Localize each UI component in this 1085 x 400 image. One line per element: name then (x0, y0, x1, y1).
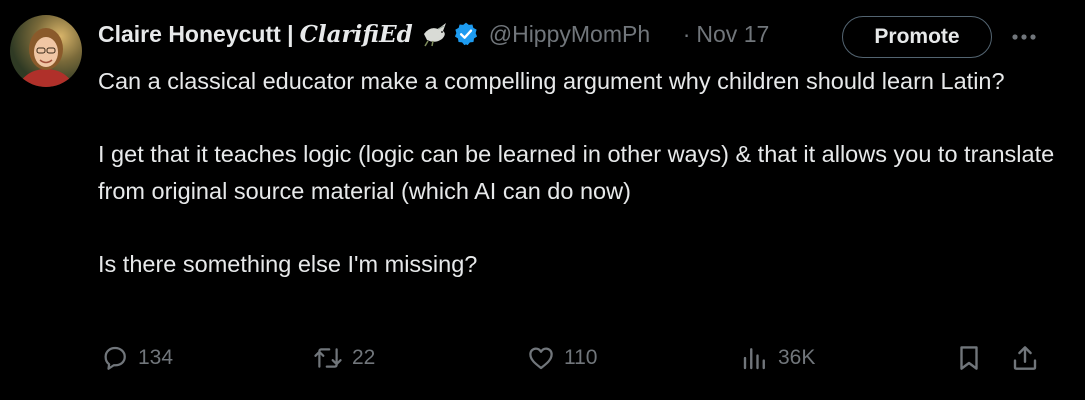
tweet-paragraph: I get that it teaches logic (logic can b… (98, 141, 1055, 204)
tweet-paragraph: Can a classical educator make a compelli… (98, 68, 1005, 94)
reply-button[interactable]: 134 (100, 338, 173, 378)
bookmark-icon (960, 346, 978, 370)
views-count: 36K (778, 346, 816, 369)
tweet-header: Claire Honeycutt | ClarifiEd @HippyMomPh… (98, 16, 769, 52)
verified-badge-icon[interactable] (453, 21, 479, 47)
reply-icon (104, 346, 126, 370)
share-button[interactable] (1010, 338, 1040, 378)
views-icon (743, 348, 765, 370)
tweet-actions: 134 22 110 36K (0, 338, 1085, 378)
reply-count: 134 (138, 346, 174, 369)
more-horizontal-icon (1012, 34, 1036, 40)
views-button[interactable]: 36K (740, 338, 815, 378)
promote-button[interactable]: Promote (842, 16, 992, 58)
tweet: Claire Honeycutt | ClarifiEd @HippyMomPh… (0, 0, 1085, 400)
dove-icon (421, 20, 451, 48)
avatar-portrait (18, 28, 74, 87)
share-icon (1013, 346, 1037, 370)
tweet-date[interactable]: Nov 17 (696, 21, 769, 48)
like-count: 110 (564, 346, 598, 369)
repost-button[interactable]: 22 (312, 338, 375, 378)
more-options-button[interactable] (1006, 22, 1042, 52)
author-display-name[interactable]: Claire Honeycutt | (98, 21, 294, 48)
bookmark-button[interactable] (954, 338, 984, 378)
repost-icon (314, 348, 342, 368)
author-name-decoration[interactable]: ClarifiEd (300, 21, 413, 48)
tweet-paragraph: Is there something else I'm missing? (98, 250, 478, 277)
tweet-text: Can a classical educator make a compelli… (98, 63, 1058, 282)
repost-count: 22 (352, 346, 376, 369)
header-separator: · (682, 20, 691, 47)
like-button[interactable]: 110 (526, 338, 597, 378)
avatar[interactable] (10, 15, 82, 87)
author-handle[interactable]: @HippyMomPh (489, 21, 677, 48)
like-icon (529, 347, 553, 370)
